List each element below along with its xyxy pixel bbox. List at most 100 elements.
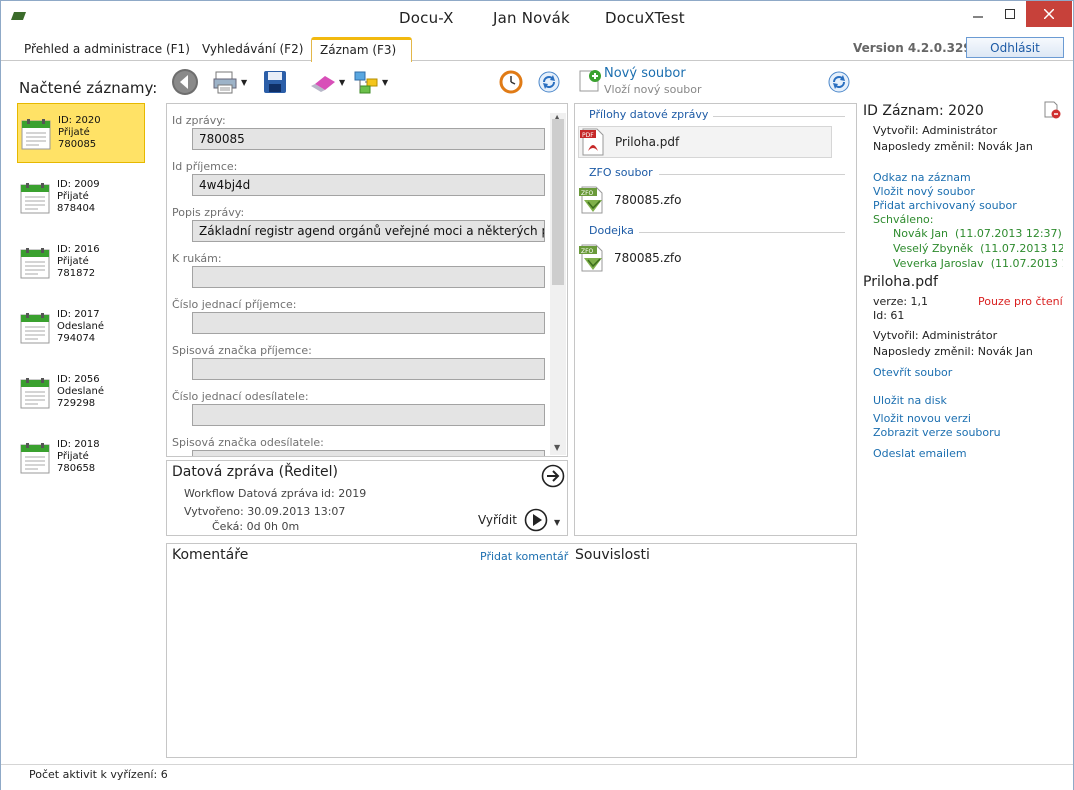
- close-button[interactable]: [1026, 1, 1072, 27]
- close-icon: [1044, 9, 1054, 19]
- dropdown-arrow-icon: ▼: [241, 77, 248, 87]
- restore-button[interactable]: [993, 1, 1027, 27]
- save-button[interactable]: [263, 69, 287, 95]
- open-file-link[interactable]: Otevřít soubor: [873, 366, 952, 379]
- section-divider: [639, 232, 845, 233]
- record-item[interactable]: ID: 2056 Odeslané 729298: [17, 363, 145, 423]
- attachment-file-item[interactable]: ZFO 780085.zfo: [578, 242, 832, 274]
- approval-date: (11.07.2013 12:37): [990, 257, 1063, 270]
- svg-text:PDF: PDF: [582, 132, 594, 139]
- app-title: Docu-X: [399, 9, 454, 27]
- attachment-file-name: Priloha.pdf: [615, 135, 680, 149]
- svg-text:ZFO: ZFO: [581, 190, 594, 197]
- record-id: ID: 2009: [57, 179, 100, 190]
- refresh-icon: [828, 71, 850, 93]
- minimize-icon: [973, 16, 983, 18]
- scrollbar-thumb[interactable]: [552, 119, 564, 285]
- version-label: Version 4.2.0.3294: [853, 41, 981, 55]
- file-modified-by: Naposledy změnil: Novák Jan: [873, 345, 1033, 358]
- add-archived-file-link[interactable]: Přidat archivovaný soubor: [873, 199, 1017, 212]
- tab-bar: Přehled a administrace (F1) Vyhledávání …: [1, 35, 1073, 62]
- refresh-icon: [538, 71, 560, 93]
- dropdown-arrow-icon: ▼: [339, 77, 346, 87]
- calendar-document-icon: [20, 248, 50, 279]
- workflow-menu-button[interactable]: ▼: [354, 69, 388, 95]
- record-item[interactable]: ID: 2017 Odeslané 794074: [17, 298, 145, 358]
- minimize-button[interactable]: [961, 1, 995, 27]
- field-input[interactable]: [192, 358, 545, 380]
- record-item[interactable]: ID: 2009 Přijaté 878404: [17, 168, 145, 228]
- relations-title: Souvislosti: [575, 547, 650, 563]
- tab-search[interactable]: Vyhledávání (F2): [194, 37, 311, 61]
- field-input[interactable]: [192, 266, 545, 288]
- record-item[interactable]: ID: 2018 Přijaté 780658: [17, 428, 145, 488]
- approved-label: Schváleno:: [873, 213, 934, 226]
- play-icon[interactable]: [524, 508, 548, 532]
- approver-name: Veverka Jaroslav: [893, 257, 984, 270]
- attachment-section-title: ZFO soubor: [589, 166, 653, 179]
- show-file-versions-link[interactable]: Zobrazit verze souboru: [873, 426, 1001, 439]
- record-type: Přijaté: [57, 256, 89, 267]
- back-arrow-icon: [172, 69, 198, 95]
- delete-record-icon[interactable]: [1043, 101, 1061, 119]
- record-number: 878404: [57, 203, 96, 214]
- field-input[interactable]: [192, 404, 545, 426]
- link-record-link[interactable]: Odkaz na záznam: [873, 171, 971, 184]
- insert-new-version-link[interactable]: Vložit novou verzi: [873, 412, 971, 425]
- save-to-disk-link[interactable]: Uložit na disk: [873, 394, 947, 407]
- approver-item: Veselý Zbyněk (11.07.2013 12:37): [893, 242, 1063, 255]
- field-input[interactable]: 780085: [192, 128, 545, 150]
- environment-name: DocuXTest: [605, 9, 685, 27]
- record-form-panel: Id zprávy: 780085 Id příjemce: 4w4bj4d Popis…: [166, 103, 568, 457]
- dropdown-arrow-icon[interactable]: ▼: [554, 518, 560, 527]
- calendar-document-icon: [20, 313, 50, 344]
- field-input[interactable]: [192, 312, 545, 334]
- refresh-files-button[interactable]: [828, 69, 850, 95]
- zfo-file-icon: ZFO: [579, 244, 603, 272]
- tab-overview[interactable]: Přehled a administrace (F1): [16, 37, 198, 61]
- calendar-document-icon: [21, 119, 51, 150]
- record-type: Odeslané: [57, 321, 104, 332]
- attachment-section-title: Dodejka: [589, 224, 634, 237]
- approver-name: Veselý Zbyněk: [893, 242, 974, 255]
- record-id-title: ID Záznam: 2020: [863, 103, 984, 119]
- calendar-document-icon: [20, 378, 50, 409]
- attachment-file-item[interactable]: ZFO 780085.zfo: [578, 184, 832, 216]
- record-item[interactable]: ID: 2020 Přijaté 780085: [17, 103, 145, 163]
- back-button[interactable]: [171, 69, 199, 95]
- tab-record[interactable]: Záznam (F3): [311, 37, 412, 62]
- record-id: ID: 2056: [57, 374, 100, 385]
- add-comment-link[interactable]: Přidat komentář: [480, 550, 568, 563]
- refresh-button[interactable]: [538, 69, 560, 95]
- new-file-icon: [579, 70, 601, 92]
- insert-new-file-link[interactable]: Vložit nový soubor: [873, 185, 975, 198]
- history-button[interactable]: [499, 69, 523, 95]
- file-id: Id: 61: [873, 309, 905, 322]
- calendar-document-icon: [20, 443, 50, 474]
- record-created-by: Vytvořil: Administrátor: [873, 124, 998, 137]
- field-input[interactable]: 4w4bj4d: [192, 174, 545, 196]
- record-number: 780658: [57, 463, 96, 474]
- field-label: Id zprávy:: [172, 114, 226, 127]
- pending-activities: Počet aktivit k vyřízení: 6: [29, 768, 168, 781]
- forward-arrow-icon[interactable]: [541, 464, 565, 488]
- logout-button[interactable]: Odhlásit: [966, 37, 1064, 58]
- record-id: ID: 2016: [57, 244, 100, 255]
- attachment-file-item[interactable]: PDF Priloha.pdf: [578, 126, 832, 158]
- field-input[interactable]: [192, 450, 545, 456]
- approval-date: (11.07.2013 12:37): [955, 227, 1062, 240]
- scroll-down-icon[interactable]: ▼: [554, 443, 560, 452]
- record-number: 780085: [58, 139, 97, 150]
- field-label: Spisová značka odesílatele:: [172, 436, 324, 449]
- new-file-button[interactable]: Nový soubor Vloží nový soubor: [578, 65, 808, 97]
- eraser-menu-button[interactable]: ▼: [309, 69, 345, 95]
- field-input[interactable]: Základní registr agend orgánů veřejné mo…: [192, 220, 545, 242]
- resolve-label[interactable]: Vyřídit: [478, 513, 517, 527]
- approval-date: (11.07.2013 12:37): [980, 242, 1063, 255]
- send-email-link[interactable]: Odeslat emailem: [873, 447, 967, 460]
- attachment-file-name: 780085.zfo: [614, 193, 682, 207]
- record-item[interactable]: ID: 2016 Přijaté 781872: [17, 233, 145, 293]
- field-label: Spisová značka příjemce:: [172, 344, 312, 357]
- print-menu-button[interactable]: ▼: [213, 69, 247, 95]
- workflow-id: id: 2019: [321, 487, 367, 500]
